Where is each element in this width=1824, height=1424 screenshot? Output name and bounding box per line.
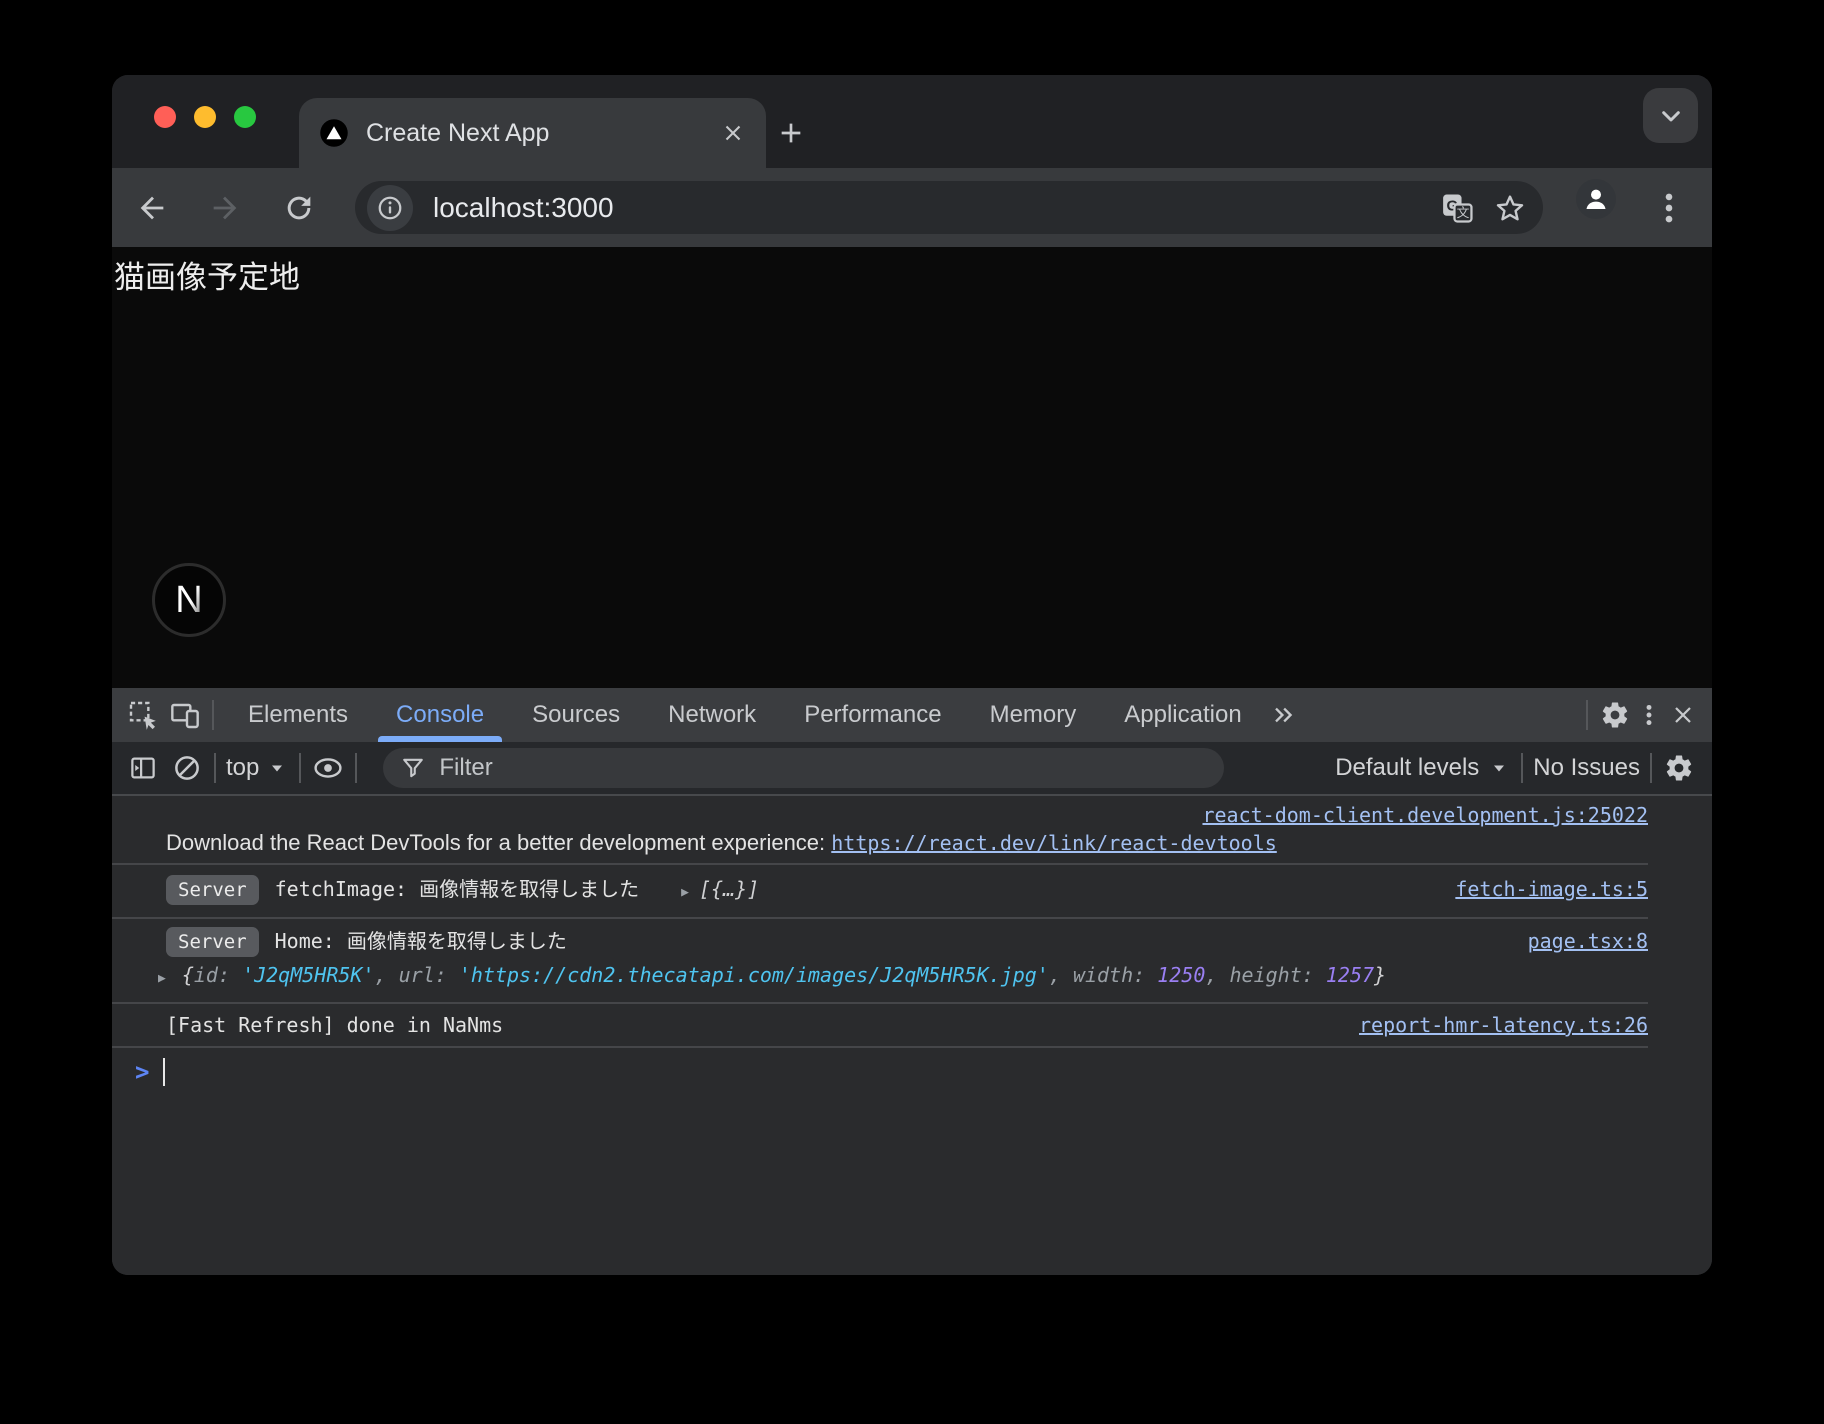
console-sidebar-icon[interactable] (126, 751, 160, 785)
zoom-window-button[interactable] (234, 106, 256, 128)
server-badge: Server (166, 927, 259, 957)
nextjs-dev-indicator[interactable]: N (152, 563, 226, 637)
source-link[interactable]: page.tsx:8 (1528, 927, 1648, 955)
divider (1521, 753, 1523, 783)
text-cursor (163, 1058, 165, 1086)
console-message-fast-refresh: [Fast Refresh] done in NaNms report-hmr-… (112, 1004, 1648, 1048)
source-link[interactable]: report-hmr-latency.ts:26 (1359, 1011, 1648, 1039)
devtools-menu-icon[interactable] (1632, 698, 1666, 732)
console-prompt[interactable]: > (112, 1048, 1648, 1086)
tab-application[interactable]: Application (1100, 688, 1265, 742)
prompt-chevron-icon: > (135, 1058, 149, 1086)
browser-toolbar: localhost:3000 G 文 (112, 168, 1712, 247)
tab-performance[interactable]: Performance (780, 688, 965, 742)
expand-arrow-icon[interactable]: ▶ (681, 879, 689, 907)
url-text: localhost:3000 (433, 192, 1439, 224)
console-message-fetchimage: Server fetchImage: 画像情報を取得しました ▶ [{…}] f… (112, 865, 1648, 919)
array-preview: [{…}] (699, 875, 759, 903)
message-text: Download the React DevTools for a better… (166, 830, 831, 855)
console-message-react-devtools: react-dom-client.development.js:25022 Do… (112, 796, 1648, 865)
browser-window: Create Next App (112, 75, 1712, 1275)
message-text: [Fast Refresh] done in NaNms (166, 1011, 503, 1039)
site-info-button[interactable] (367, 185, 413, 231)
tab-title: Create Next App (366, 119, 720, 148)
browser-menu-icon[interactable] (1652, 190, 1686, 226)
nextjs-n-logo: N (175, 579, 202, 622)
divider (212, 700, 214, 730)
address-bar[interactable]: localhost:3000 G 文 (355, 181, 1543, 234)
cat-image-placeholder-text: 猫画像予定地 (114, 252, 300, 297)
filter-placeholder: Filter (439, 754, 492, 782)
clear-console-icon[interactable] (170, 751, 204, 785)
page-viewport: 猫画像予定地 N (112, 247, 1712, 688)
tab-close-icon[interactable] (720, 120, 746, 146)
console-toolbar: top Filter (112, 742, 1712, 796)
source-link[interactable]: fetch-image.ts:5 (1455, 875, 1648, 903)
tab-search-chevron-button[interactable] (1643, 88, 1698, 143)
divider (214, 753, 216, 783)
profile-avatar[interactable] (1576, 179, 1616, 219)
inspect-element-icon[interactable] (126, 698, 160, 732)
devtools-panel: Elements Console Sources Network Perform… (112, 688, 1712, 1275)
live-expression-eye-icon[interactable] (311, 751, 345, 785)
context-selector[interactable]: top (226, 754, 289, 782)
devtools-tab-bar: Elements Console Sources Network Perform… (112, 688, 1712, 742)
source-link[interactable]: react-dom-client.development.js:25022 (1202, 803, 1648, 827)
dropdown-arrow-icon (265, 756, 289, 780)
window-controls (154, 106, 256, 128)
tab-network[interactable]: Network (644, 688, 780, 742)
bookmark-star-icon[interactable] (1491, 189, 1529, 227)
console-filter-input[interactable]: Filter (383, 748, 1224, 788)
desktop-background: Create Next App (0, 0, 1824, 1424)
favicon-nextjs-icon (319, 118, 349, 148)
divider (1650, 753, 1652, 783)
more-tabs-icon[interactable] (1266, 698, 1300, 732)
log-levels-dropdown[interactable]: Default levels (1335, 754, 1511, 782)
divider (299, 753, 301, 783)
issues-counter[interactable]: No Issues (1533, 754, 1640, 782)
devtools-close-icon[interactable] (1666, 698, 1700, 732)
message-text: Home: 画像情報を取得しました (275, 927, 567, 955)
filter-funnel-icon (399, 754, 427, 782)
device-toolbar-icon[interactable] (168, 698, 202, 732)
divider (355, 753, 357, 783)
close-window-button[interactable] (154, 106, 176, 128)
minimize-window-button[interactable] (194, 106, 216, 128)
back-button[interactable] (134, 190, 170, 226)
tab-elements[interactable]: Elements (224, 688, 372, 742)
divider (1586, 700, 1588, 730)
tab-strip: Create Next App (112, 75, 1712, 168)
forward-button[interactable] (207, 190, 243, 226)
tab-memory[interactable]: Memory (966, 688, 1101, 742)
console-settings-icon[interactable] (1662, 751, 1696, 785)
tab-sources[interactable]: Sources (508, 688, 644, 742)
server-badge: Server (166, 875, 259, 905)
translate-icon[interactable]: G 文 (1439, 189, 1477, 227)
console-messages: react-dom-client.development.js:25022 Do… (112, 796, 1712, 1275)
devtools-settings-icon[interactable] (1598, 698, 1632, 732)
browser-tab[interactable]: Create Next App (299, 98, 766, 168)
react-devtools-link[interactable]: https://react.dev/link/react-devtools (831, 831, 1277, 855)
object-preview[interactable]: {id: 'J2qM5HR5K', url: 'https://cdn2.the… (182, 961, 1386, 989)
new-tab-button[interactable] (773, 115, 809, 151)
dropdown-arrow-icon (1487, 756, 1511, 780)
reload-button[interactable] (281, 190, 317, 226)
console-message-home: Server Home: 画像情報を取得しました page.tsx:8 ▶ {i… (112, 919, 1648, 1004)
svg-text:文: 文 (1457, 205, 1470, 220)
tab-console[interactable]: Console (372, 688, 508, 742)
expand-arrow-icon[interactable]: ▶ (158, 965, 166, 993)
message-text: fetchImage: 画像情報を取得しました (275, 875, 640, 903)
